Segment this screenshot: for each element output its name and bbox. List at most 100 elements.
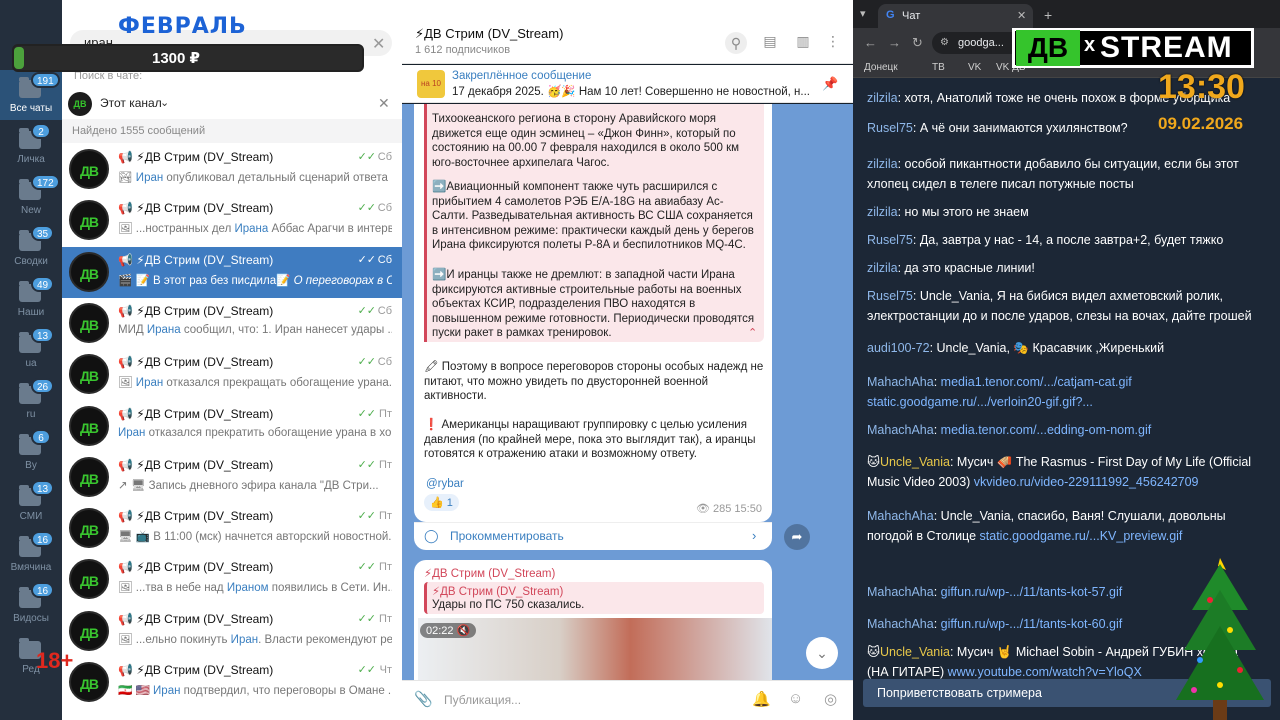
message-input[interactable]: Публикация... [444,693,521,707]
search-result-row[interactable]: ДВ 📢 ⚡ДВ Стрим (DV_Stream) ✓✓ Сб 🏞 Иран опуб… [62,144,402,195]
sidebar-toggle-icon[interactable]: ▥ [792,30,814,52]
bookmark-item[interactable]: ТВ [932,62,945,73]
snippet-text: Аббас Арагчи в интерв... [268,223,392,236]
folder-item[interactable]: 2 Личка [0,121,62,171]
close-icon[interactable]: ✕ [378,95,390,112]
chat-username[interactable]: zilzila [867,261,898,275]
chat-username[interactable]: MahachAha [867,423,934,437]
chat-username[interactable]: Uncle_Vania [880,455,950,469]
result-snippet: 🖼 ...ностранных дел Ирана Аббас Арагчи в… [118,221,392,235]
channel-avatar: ДВ [69,251,109,292]
folder-item[interactable]: 172 New [0,172,62,222]
chat-username[interactable]: Rusel75 [867,233,913,247]
folder-item[interactable]: 35 Сводки [0,223,62,273]
search-result-row[interactable]: ДВ 📢 ⚡ДВ Стрим (DV_Stream) ✓✓ Сб МИД Ирана с… [62,297,402,349]
result-time: Пт [379,458,392,471]
result-time: Чт [379,664,392,676]
back-icon[interactable]: ← [864,35,877,50]
result-time: Пт [379,612,392,625]
results-count: Найдено 1555 сообщений [62,119,402,143]
attach-icon[interactable]: 📎 [414,690,433,708]
bell-icon[interactable]: 🔔 [752,690,771,708]
christmas-tree-icon [1170,550,1270,720]
chat-text: : Uncle_Vania, 🎭 Красавчик ,Жиренький [929,341,1165,355]
chat-username[interactable]: zilzila [867,157,898,171]
chat-username[interactable]: Rusel75 [867,289,913,303]
bookmark-item[interactable]: VK [968,62,981,73]
snippet-text: опубликовал детальный сценарий ответа ..… [163,172,392,184]
chat-link[interactable]: media.tenor.com/...edding-om-nom.gif [941,423,1152,437]
collapse-icon[interactable]: ⌃ [748,326,757,339]
result-snippet: ↗ 🖥 Запись дневного эфира канала "ДВ Стр… [118,478,392,492]
chevron-down-icon[interactable]: ⌄ [160,96,169,109]
folder-item[interactable]: 16 Вмячина [0,529,62,579]
comment-button[interactable]: Прокомментировать [450,529,564,543]
forward-nav-icon[interactable]: → [888,35,901,50]
result-snippet: 🏞 Иран опубликовал детальный сценарий от… [118,170,392,184]
reaction-chip[interactable]: 👍 1 [424,494,459,511]
folder-label: Видосы [13,613,49,624]
forward-icon[interactable]: ➦ [784,524,810,550]
tab-list-icon[interactable]: ▾ [860,7,866,20]
reload-icon[interactable]: ↻ [912,35,923,51]
search-result-row[interactable]: ДВ 📢 ⚡ДВ Стрим (DV_Stream) ✓✓ Сб 🖼 ...ностра… [62,195,402,247]
chat-link[interactable]: giffun.ru/wp-.../11/tants-kot-60.gif [941,617,1123,631]
channel-avatar: ДВ [69,508,109,549]
folder-item[interactable]: 13 СМИ [0,478,62,528]
folder-item[interactable]: 6 By [0,427,62,477]
search-result-row[interactable]: ДВ 📢 ⚡ДВ Стрим (DV_Stream) ✓✓ Пт 🖼 ...тва в … [62,554,402,606]
scroll-down-icon[interactable]: ⌄ [806,637,838,669]
chat-username[interactable]: audi100-72 [867,341,930,355]
search-result-row[interactable]: ДВ 📢 ⚡ДВ Стрим (DV_Stream) ✓✓ Чт 🇮🇷 🇺🇸 Иран … [62,657,402,708]
search-result-row[interactable]: ДВ 📢 ⚡ДВ Стрим (DV_Stream) ✓✓ Пт ↗ 🖥 Запись … [62,451,402,503]
search-result-row[interactable]: ДВ 📢 ⚡ДВ Стрим (DV_Stream) ✓✓ Пт 🖼 ...ельно … [62,605,402,657]
chat-link[interactable]: www.youtube.com/watch?v=YloQX [948,665,1142,679]
camera-icon[interactable]: ◎ [824,690,837,708]
clear-icon[interactable]: ✕ [372,34,385,54]
emoji-icon[interactable]: ☺ [788,690,803,707]
folder-label: ru [26,409,36,420]
chat-username[interactable]: zilzila [867,205,898,219]
pin-icon[interactable]: 📌 [822,76,838,92]
post-signature-link[interactable]: @rybar [426,477,464,492]
vip-badge-icon: 🐱 [867,645,881,659]
chat-message: zilzila: особой пикантности добавило бы … [867,154,1257,194]
chat-link[interactable]: vkvideo.ru/video-229111992_456242709 [974,475,1199,489]
folder-item[interactable]: 16 Видосы [0,580,62,630]
chat-username[interactable]: Uncle_Vania [880,645,950,659]
snippet-text: 🏞 [118,172,136,184]
chat-username[interactable]: Rusel75 [867,121,913,135]
read-check-icon: ✓✓ [357,356,376,369]
more-icon[interactable]: ⋮ [822,30,844,52]
folder-item[interactable]: 26 ru [0,376,62,426]
search-result-row[interactable]: ДВ 📢 ⚡ДВ Стрим (DV_Stream) ✓✓ Пт Иран отказа… [62,400,402,452]
chat-username[interactable]: MahachAha [867,375,934,389]
search-icon[interactable]: ⚲ [725,32,747,54]
tab-close-icon[interactable]: ✕ [1017,9,1026,22]
chat-username[interactable]: MahachAha [867,509,934,523]
new-tab-icon[interactable]: + [1044,7,1052,23]
livestream-icon[interactable]: ▤ [759,30,781,52]
folder-item[interactable]: 49 Наши [0,274,62,324]
search-result-row[interactable]: ДВ 📢 ⚡ДВ Стрим (DV_Stream) ✓✓ Сб 🖼 Иран отка… [62,349,402,401]
chat-username[interactable]: MahachAha [867,617,934,631]
result-snippet: 🖥 📺 В 11:00 (мск) начнется авторский нов… [118,529,392,543]
chat-link[interactable]: giffun.ru/wp-.../11/tants-kot-57.gif [941,585,1123,599]
folder-item[interactable]: 191 Все чаты [0,70,62,120]
chat-link[interactable]: static.goodgame.ru/...KV_preview.gif [980,529,1183,543]
views-and-time: 👁 285 15:50 [696,503,762,515]
channel-title[interactable]: ⚡ДВ Стрим (DV_Stream) [415,26,563,42]
search-scope-select[interactable]: Этот канал [100,96,162,110]
chat-username[interactable]: zilzila [867,91,898,105]
bookmark-item[interactable]: Донецк [864,62,898,73]
chat-text: : А чё они занимаются ухилянством? [912,121,1128,135]
site-info-icon[interactable]: ⚙ [940,37,949,48]
search-result-row[interactable]: ДВ 📢 ⚡ДВ Стрим (DV_Stream) ✓✓ Пт 🖥 📺 В 11:00… [62,503,402,555]
chat-username[interactable]: MahachAha [867,585,934,599]
chat-message: zilzila: но мы этого не знаем [867,202,1257,222]
search-result-row[interactable]: ДВ 📢 ⚡ДВ Стрим (DV_Stream) ✓✓ Сб 🎬 📝 В этот … [62,246,402,298]
logo-stream: STREAM [1100,31,1233,64]
reply-text: Удары по ПС 750 сказались. [432,599,585,611]
folder-label: Все чаты [9,103,53,114]
folder-item[interactable]: 13 ua [0,325,62,375]
